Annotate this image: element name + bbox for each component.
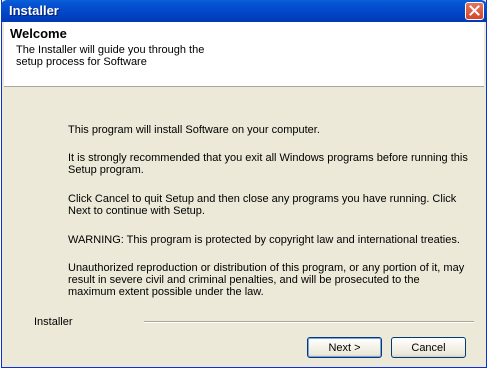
legal-notice-text: Unauthorized reproduction or distributio…	[68, 262, 465, 298]
cancel-button[interactable]: Cancel	[391, 337, 466, 358]
intro-text: This program will install Software on yo…	[68, 124, 320, 136]
copyright-warning-text: WARNING: This program is protected by co…	[68, 234, 460, 246]
header-description: The Installer will guide you through the…	[16, 44, 205, 68]
window-title: Installer	[9, 3, 59, 18]
instructions-text: Click Cancel to quit Setup and then clos…	[68, 193, 457, 217]
footer-brand-label: Installer	[34, 316, 73, 328]
next-button[interactable]: Next >	[307, 337, 382, 358]
header-title: Welcome	[10, 26, 67, 41]
close-button[interactable]	[465, 2, 484, 20]
recommendation-text: It is strongly recommended that you exit…	[68, 152, 468, 176]
installer-dialog: Installer Welcome The Installer will gui…	[1, 0, 487, 368]
footer-divider	[144, 321, 474, 323]
close-icon	[469, 5, 480, 16]
title-bar[interactable]: Installer	[1, 0, 487, 22]
header-panel: Welcome The Installer will guide you thr…	[4, 22, 484, 87]
